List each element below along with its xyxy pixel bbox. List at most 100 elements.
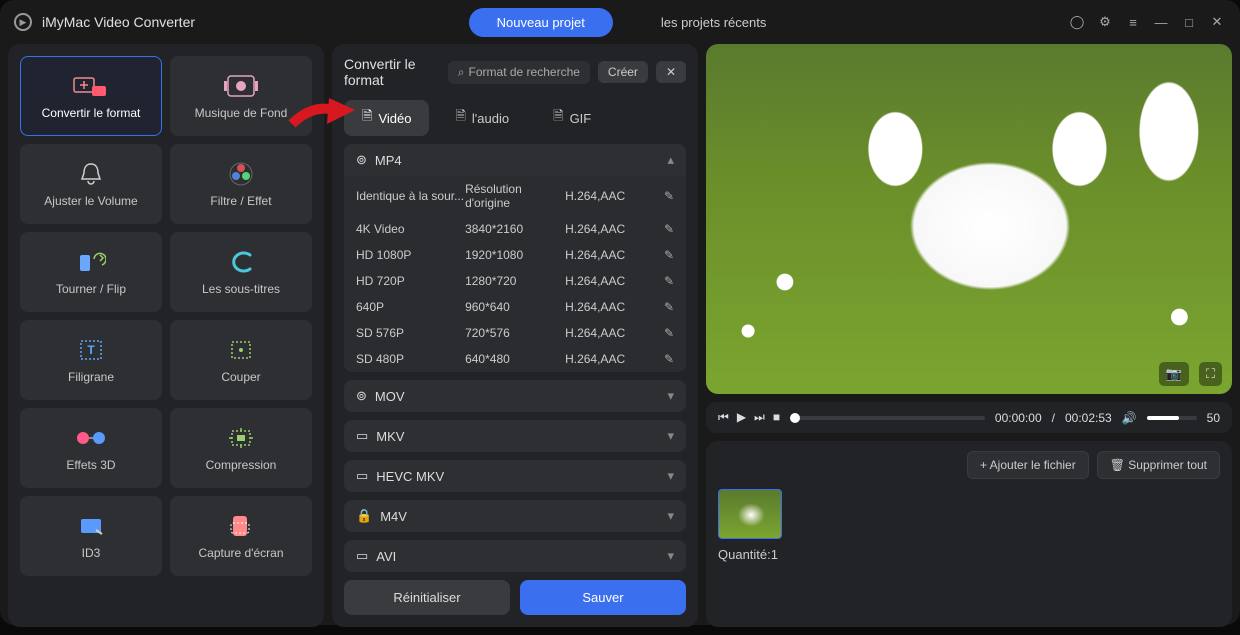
file-actions: + Ajouter le fichier 🗑 Supprimer tout (718, 451, 1220, 479)
prev-icon[interactable]: ⏮ (718, 410, 729, 425)
preset-name: HD 1080P (356, 248, 465, 262)
edit-icon[interactable]: ✎ (656, 274, 674, 288)
preset-res: 1920*1080 (465, 248, 565, 262)
user-icon[interactable]: ◯ (1068, 14, 1086, 30)
app-title: iMyMac Video Converter (42, 14, 195, 30)
sidebar-item-3d-effects[interactable]: Effets 3D (20, 408, 162, 488)
edit-icon[interactable]: ✎ (656, 189, 674, 203)
preset-codec: H.264,AAC (565, 274, 656, 288)
video-preview[interactable]: 📷 ⛶ (706, 44, 1232, 394)
preview-image (706, 44, 1232, 394)
file-panel: + Ajouter le fichier 🗑 Supprimer tout Qu… (706, 441, 1232, 627)
sidebar-item-label: Musique de Fond (195, 106, 288, 120)
sidebar-item-compression[interactable]: Compression (170, 408, 312, 488)
remove-all-button[interactable]: 🗑 Supprimer tout (1097, 451, 1220, 479)
preset-row[interactable]: SD 480P640*480H.264,AAC✎ (344, 346, 686, 372)
close-panel-button[interactable]: ✕ (656, 61, 686, 83)
mp4-group: ⊚MP4▴ Identique à la sour...Résolution d… (344, 144, 686, 372)
stop-icon[interactable]: ■ (773, 410, 780, 425)
file-thumbnail[interactable] (718, 489, 782, 539)
sidebar: Convertir le format Musique de Fond Ajus… (8, 44, 324, 627)
chevron-down-icon: ▾ (667, 388, 674, 404)
sidebar-item-filter-effect[interactable]: Filtre / Effet (170, 144, 312, 224)
sidebar-item-screenshot[interactable]: Capture d'écran (170, 496, 312, 576)
minimize-icon[interactable]: — (1152, 15, 1170, 30)
seek-slider[interactable] (790, 416, 985, 420)
preset-name: 4K Video (356, 222, 465, 236)
add-file-button[interactable]: + Ajouter le fichier (967, 451, 1089, 479)
edit-icon[interactable]: ✎ (656, 326, 674, 340)
gif-icon: 🗎 (553, 107, 563, 129)
preset-row[interactable]: 4K Video3840*2160H.264,AAC✎ (344, 216, 686, 242)
gear-icon[interactable]: ⚙ (1096, 14, 1114, 30)
preset-res: 720*576 (465, 326, 565, 340)
sidebar-item-rotate-flip[interactable]: Tourner / Flip (20, 232, 162, 312)
sidebar-item-cut[interactable]: Couper (170, 320, 312, 400)
app-logo-icon: ▶ (14, 13, 32, 31)
convert-format-icon (70, 72, 112, 100)
preset-row[interactable]: 640P960*640H.264,AAC✎ (344, 294, 686, 320)
fullscreen-icon[interactable]: ⛶ (1199, 362, 1222, 386)
tab-recent-projects[interactable]: les projets récents (633, 8, 795, 37)
avi-icon: ▭ (356, 548, 368, 564)
format-search[interactable]: ⌕Format de recherche (448, 61, 590, 84)
tab-gif-label: GIF (570, 111, 592, 126)
preview-actions: 📷 ⛶ (1159, 362, 1222, 386)
preset-row[interactable]: Identique à la sour...Résolution d'origi… (344, 176, 686, 216)
sidebar-item-label: Les sous-titres (202, 282, 280, 296)
preset-name: Identique à la sour... (356, 189, 465, 203)
mkv-header[interactable]: ▭MKV▾ (344, 420, 686, 452)
volume-slider[interactable] (1147, 416, 1197, 420)
tab-audio-label: l'audio (472, 111, 509, 126)
format-tabs: 🗎 Vidéo 🗎l'audio 🗎 GIF (344, 100, 686, 136)
tab-video-label: Vidéo (378, 111, 411, 126)
m4v-icon: 🔒 (356, 508, 372, 524)
close-icon[interactable]: ✕ (1208, 14, 1226, 30)
camera-icon[interactable]: 📷 (1159, 362, 1189, 386)
tab-gif[interactable]: 🗎 GIF (535, 100, 609, 136)
mkv-icon: ▭ (356, 428, 368, 444)
sidebar-item-adjust-volume[interactable]: Ajuster le Volume (20, 144, 162, 224)
main-area: Convertir le format Musique de Fond Ajus… (0, 44, 1240, 635)
preset-row[interactable]: HD 720P1280*720H.264,AAC✎ (344, 268, 686, 294)
tab-new-project[interactable]: Nouveau projet (469, 8, 613, 37)
time-current: 00:00:00 (995, 411, 1042, 425)
edit-icon[interactable]: ✎ (656, 248, 674, 262)
tab-audio[interactable]: 🗎l'audio (437, 100, 527, 136)
hevc-header[interactable]: ▭HEVC MKV▾ (344, 460, 686, 492)
edit-icon[interactable]: ✎ (656, 300, 674, 314)
sidebar-item-convert-format[interactable]: Convertir le format (20, 56, 162, 136)
menu-icon[interactable]: ≡ (1124, 15, 1142, 30)
volume-icon[interactable]: 🔊 (1122, 411, 1137, 425)
mp4-header[interactable]: ⊚MP4▴ (344, 144, 686, 176)
sidebar-item-label: Filtre / Effet (210, 194, 271, 208)
m4v-header[interactable]: 🔒M4V▾ (344, 500, 686, 532)
preset-row[interactable]: SD 576P720*576H.264,AAC✎ (344, 320, 686, 346)
avi-label: AVI (376, 549, 396, 564)
maximize-icon[interactable]: □ (1180, 15, 1198, 30)
preset-row[interactable]: HD 1080P1920*1080H.264,AAC✎ (344, 242, 686, 268)
sidebar-item-label: Couper (221, 370, 260, 384)
preset-res: 1280*720 (465, 274, 565, 288)
save-button[interactable]: Sauver (520, 580, 686, 615)
sidebar-item-label: Convertir le format (42, 106, 141, 120)
sidebar-item-label: Compression (206, 458, 277, 472)
mov-icon: ⊚ (356, 388, 367, 404)
next-icon[interactable]: ⏭ (754, 410, 765, 425)
reset-button[interactable]: Réinitialiser (344, 580, 510, 615)
sidebar-item-watermark[interactable]: T Filigrane (20, 320, 162, 400)
sidebar-item-id3[interactable]: ID3 (20, 496, 162, 576)
screenshot-icon (220, 512, 262, 540)
mp4-label: MP4 (375, 153, 402, 168)
create-button[interactable]: Créer (598, 61, 648, 83)
chevron-down-icon: ▾ (667, 508, 674, 524)
play-icon[interactable]: ▶ (737, 410, 746, 425)
sidebar-item-subtitles[interactable]: Les sous-titres (170, 232, 312, 312)
edit-icon[interactable]: ✎ (656, 352, 674, 366)
avi-header[interactable]: ▭AVI▾ (344, 540, 686, 572)
edit-icon[interactable]: ✎ (656, 222, 674, 236)
mp4-icon: ⊚ (356, 152, 367, 168)
preset-codec: H.264,AAC (565, 222, 656, 236)
preset-res: 3840*2160 (465, 222, 565, 236)
mov-header[interactable]: ⊚MOV▾ (344, 380, 686, 412)
